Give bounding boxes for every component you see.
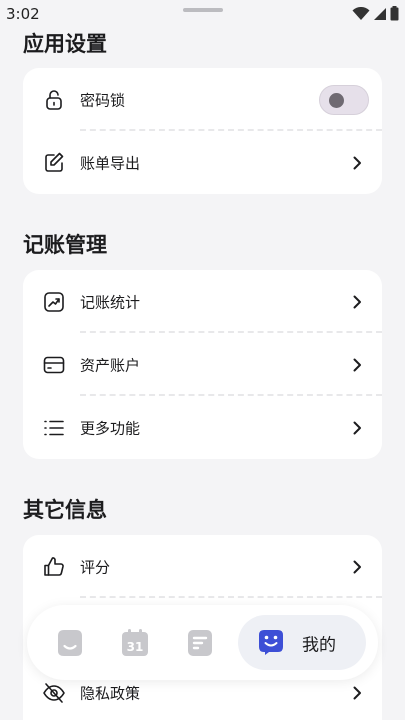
nav-item-mine[interactable]: 我的 [238, 615, 366, 670]
thumbs-up-icon [42, 555, 66, 579]
card-app-settings: 密码锁 账单导出 [23, 68, 382, 194]
row-label: 隐私政策 [80, 684, 141, 702]
chevron-right-icon [353, 156, 361, 169]
chevron-right-icon [353, 295, 361, 308]
row-label: 资产账户 [80, 356, 141, 374]
document-icon [188, 629, 212, 656]
chevron-right-icon [353, 421, 361, 434]
chevron-right-icon [353, 560, 361, 573]
chart-icon [42, 290, 66, 314]
mine-face-icon [259, 630, 283, 655]
toggle-knob [329, 92, 344, 108]
status-bar: 3:02 [0, 0, 405, 28]
nav-item-home[interactable] [54, 627, 86, 659]
row-bill-export[interactable]: 账单导出 [23, 131, 382, 194]
chevron-right-icon [353, 358, 361, 371]
section-title-bookkeeping: 记账管理 [23, 233, 107, 257]
row-label: 评分 [80, 558, 111, 576]
row-label: 更多功能 [80, 419, 141, 437]
row-label: 账单导出 [80, 154, 141, 172]
section-title-other-info: 其它信息 [23, 498, 107, 522]
calendar-icon: 31 [122, 628, 148, 656]
chevron-right-icon [353, 686, 361, 699]
nav-item-calendar[interactable]: 31 [119, 627, 151, 659]
edit-icon [42, 151, 66, 175]
bottom-nav: 31 我的 [27, 605, 378, 680]
status-time: 3:02 [6, 5, 40, 23]
lock-icon [42, 88, 66, 112]
nav-label-mine: 我的 [302, 635, 336, 655]
list-icon [42, 416, 66, 440]
row-label: 密码锁 [80, 91, 126, 109]
battery-icon [390, 6, 399, 21]
row-asset-accounts[interactable]: 资产账户 [23, 333, 382, 396]
signal-icon [374, 7, 386, 20]
card-icon [42, 353, 66, 377]
section-title-app-settings: 应用设置 [23, 32, 107, 56]
row-label: 记账统计 [80, 293, 141, 311]
eye-off-icon [42, 681, 66, 705]
smile-face-icon [58, 629, 82, 656]
drag-handle[interactable] [183, 8, 223, 12]
status-icons [352, 6, 399, 21]
row-rating[interactable]: 评分 [23, 535, 382, 598]
row-more-features[interactable]: 更多功能 [23, 396, 382, 459]
nav-item-bills[interactable] [184, 627, 216, 659]
row-password-lock[interactable]: 密码锁 [23, 68, 382, 131]
wifi-icon [352, 6, 370, 20]
calendar-day: 31 [127, 640, 144, 654]
card-bookkeeping: 记账统计 资产账户 更多功能 [23, 270, 382, 459]
password-lock-toggle[interactable] [319, 84, 369, 115]
row-statistics[interactable]: 记账统计 [23, 270, 382, 333]
